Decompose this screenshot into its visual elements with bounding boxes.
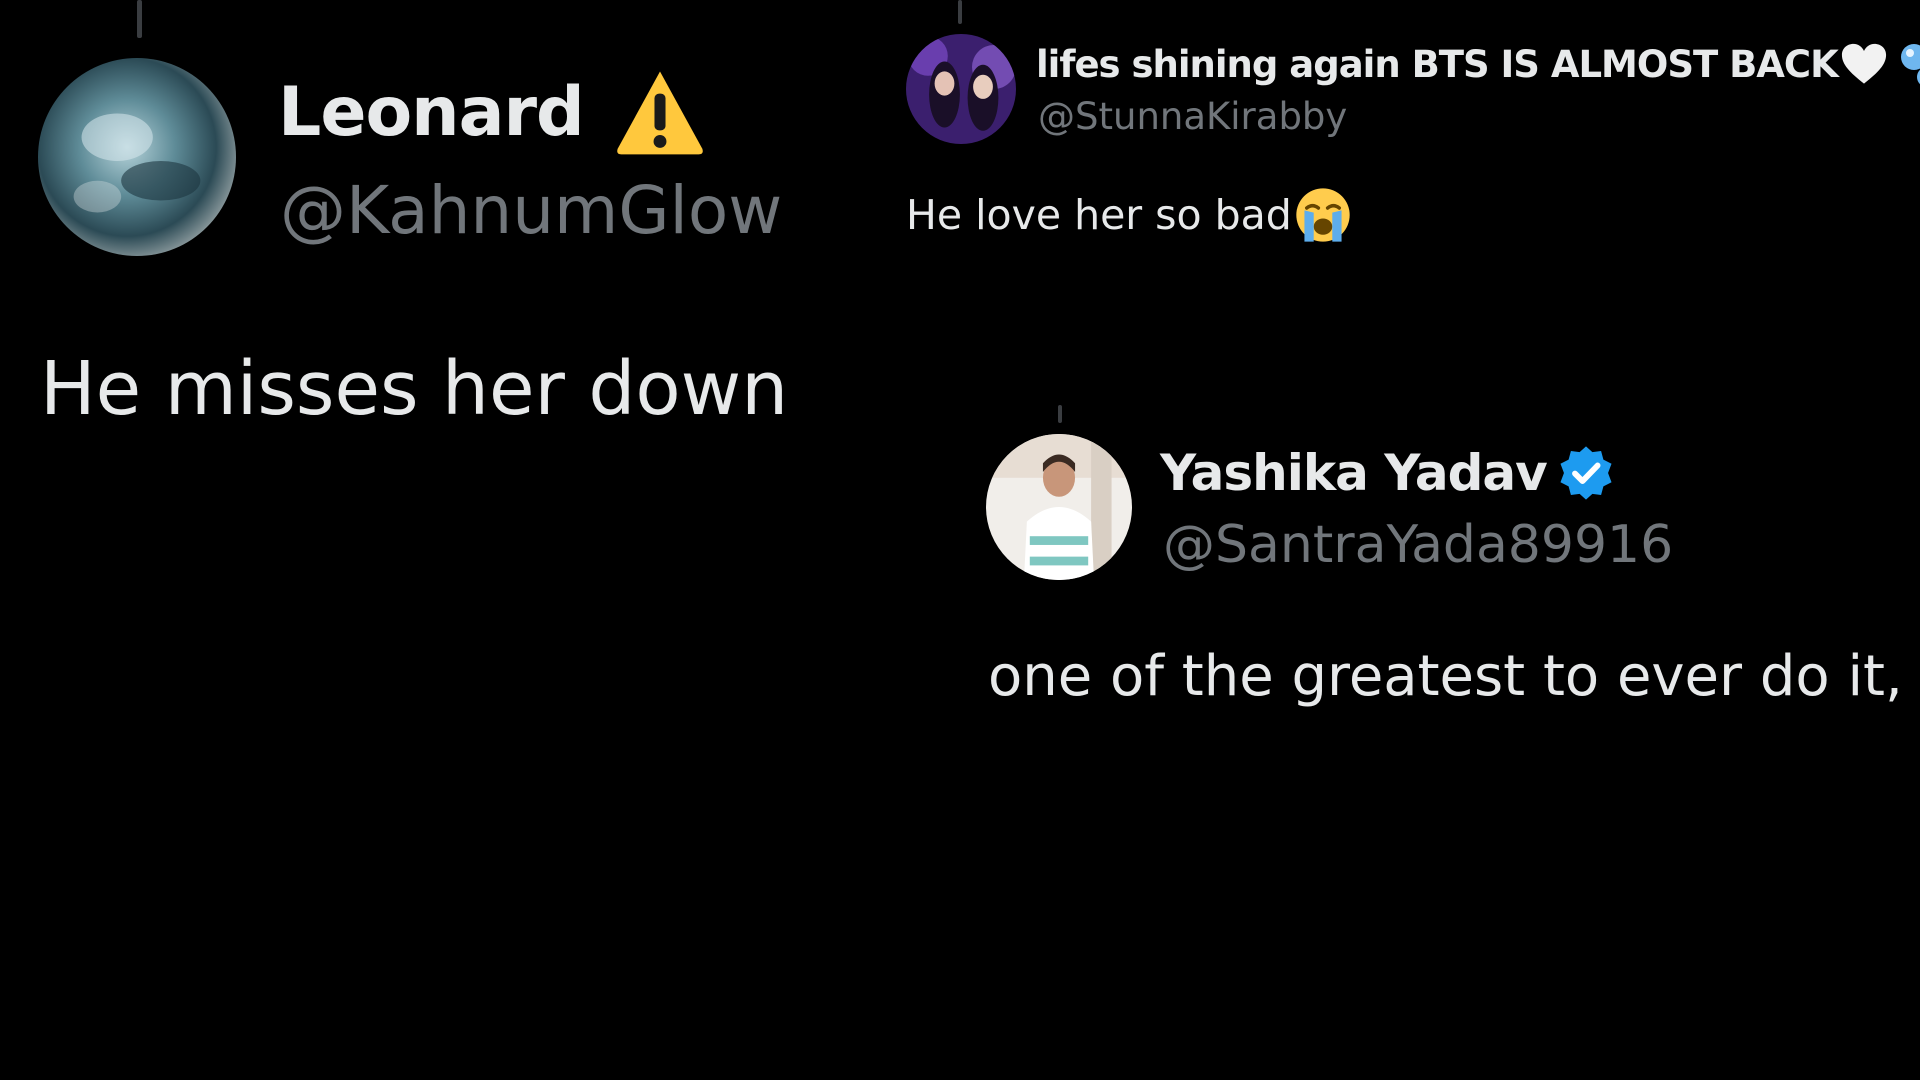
loudly-crying-face-icon <box>1296 188 1350 242</box>
verified-badge-icon <box>1560 446 1612 500</box>
avatar[interactable] <box>906 34 1016 144</box>
thread-connector-line <box>137 0 142 38</box>
author-handle[interactable]: @KahnumGlow <box>280 172 782 249</box>
display-name[interactable]: Leonard <box>278 73 585 152</box>
display-name[interactable]: Yashika Yadav <box>1160 444 1548 502</box>
author-name-row: Yashika Yadav <box>1160 440 1615 506</box>
avatar-image <box>38 58 236 256</box>
avatar[interactable] <box>38 58 236 256</box>
warning-icon <box>616 71 703 155</box>
avatar[interactable] <box>986 434 1132 580</box>
author-handle[interactable]: @SantraYada89916 <box>1163 515 1673 575</box>
tweet-text: He misses her down <box>40 346 789 432</box>
tweet-text-row: He love her so bad <box>906 186 1352 244</box>
thread-connector-line <box>958 0 962 24</box>
author-name-row: lifes shining again BTS IS ALMOST BACK <box>1036 38 1920 90</box>
tweet-text: one of the greatest to ever do it, <box>988 644 1903 709</box>
avatar-image <box>906 34 1016 144</box>
screenshot-canvas: Leonard @KahnumGlow He misses her down l… <box>0 0 1920 1080</box>
author-handle[interactable]: @StunnaKirabby <box>1038 95 1347 138</box>
tweet-text: He love her so bad <box>906 191 1292 239</box>
author-name-row: Leonard <box>278 64 706 160</box>
avatar-image <box>986 434 1132 580</box>
thread-connector-line <box>1058 405 1062 423</box>
display-name[interactable]: lifes shining again BTS IS ALMOST BACK <box>1036 43 1839 86</box>
bubbles-icon <box>1900 44 1920 85</box>
white-heart-icon <box>1841 43 1886 84</box>
